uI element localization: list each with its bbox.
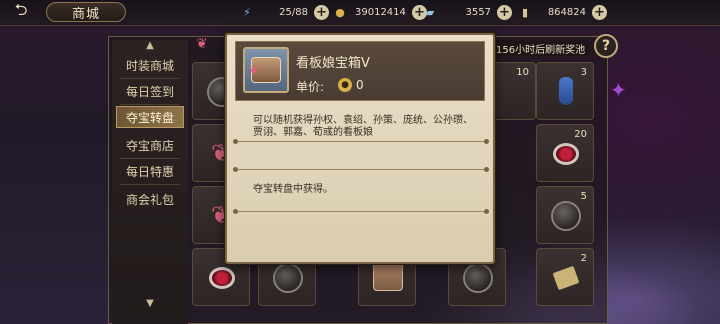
- item-source: 夺宝转盘中获得。: [253, 184, 333, 195]
- add-scroll-button[interactable]: +: [592, 4, 607, 20]
- lightning-icon: ⚡: [243, 5, 251, 19]
- refresh-timer: 156小时后刷新奖池: [492, 40, 590, 56]
- shop-item-cell[interactable]: 5: [536, 186, 594, 244]
- add-ticket-button[interactable]: +: [497, 4, 512, 20]
- stamina-resource: ⚡ 25/88 +: [240, 3, 329, 21]
- coin-value: 39012414: [355, 6, 406, 18]
- item-count: 10: [516, 67, 529, 78]
- question-icon: ?: [601, 38, 611, 54]
- coin-item-icon: [273, 263, 303, 293]
- menu-item-lucky-wheel[interactable]: 夺宝转盘: [116, 106, 184, 128]
- scroll-resource: ▮ 864824 +: [518, 3, 607, 21]
- menu-item-guild-packs[interactable]: 商会礼包: [116, 188, 184, 210]
- menu-item-fashion-shop[interactable]: 时装商城: [116, 54, 184, 76]
- item-name: 看板娘宝箱V: [296, 56, 370, 71]
- item-count: 5: [580, 191, 587, 202]
- page-title: 商城: [46, 2, 126, 22]
- menu-divider: [120, 184, 180, 185]
- menu-item-daily-deals[interactable]: 每日特惠: [116, 160, 184, 182]
- scroll-value: 864824: [547, 6, 586, 18]
- shop-item-cell[interactable]: 20: [536, 124, 594, 182]
- menu-divider: [120, 78, 180, 79]
- coin-item-icon: [551, 201, 581, 231]
- potion-icon: [559, 77, 573, 105]
- gem-ring-icon: [209, 267, 235, 289]
- ticket-icon: ▰: [425, 5, 435, 19]
- tooltip-header: ❦ 看板娘宝箱V 单价: ● 0: [235, 41, 485, 101]
- stamina-value: 25/88: [279, 6, 308, 18]
- currency-icon: ●: [338, 78, 352, 92]
- back-arrow-icon: ⮌: [14, 0, 28, 19]
- shop-item-cell[interactable]: 10: [488, 62, 536, 120]
- coin-item-icon: [463, 263, 493, 293]
- gem-ring-icon: [553, 143, 579, 165]
- bow-icon: ❦: [249, 63, 260, 77]
- item-count: 20: [574, 129, 587, 140]
- ticket-value: 3557: [465, 6, 491, 18]
- ticket-item-icon: [552, 265, 580, 291]
- item-price: 0: [356, 78, 364, 92]
- top-bar: ⮌ 商城 ⚡ 25/88 + ● 39012414 + ▰ 3557 + ▮ 8…: [0, 0, 720, 26]
- ticket-resource: ▰ 3557 +: [423, 3, 512, 21]
- tooltip-divider: [233, 209, 489, 214]
- tooltip-divider: [233, 167, 489, 172]
- menu-divider: [120, 158, 180, 159]
- coin-resource: ● 39012414 +: [333, 3, 427, 21]
- star-decoration-icon: ✦: [610, 78, 627, 102]
- back-button[interactable]: ⮌: [0, 0, 42, 24]
- menu-item-treasure-shop[interactable]: 夺宝商店: [116, 134, 184, 156]
- help-button[interactable]: ?: [594, 34, 618, 58]
- item-count: 3: [580, 67, 587, 78]
- side-menu: ▲ 时装商城 每日签到 夺宝转盘 夺宝商店 每日特惠 商会礼包 ▼: [112, 40, 188, 324]
- item-count: 2: [580, 253, 587, 264]
- rabbit-decoration-icon: ❦: [196, 36, 208, 52]
- menu-scroll-down-icon[interactable]: ▼: [112, 298, 188, 309]
- menu-divider: [120, 104, 180, 105]
- menu-scroll-up-icon[interactable]: ▲: [112, 40, 188, 51]
- shop-item-cell[interactable]: 3: [536, 62, 594, 120]
- item-description: 可以随机获得孙权、袁绍、孙策、庞统、公孙瓒、贾诩、郭嘉、荀彧的看板娘: [253, 115, 473, 138]
- item-tooltip: ❦ 看板娘宝箱V 单价: ● 0 可以随机获得孙权、袁绍、孙策、庞统、公孙瓒、贾…: [225, 33, 495, 264]
- tooltip-divider: [233, 139, 489, 144]
- shop-item-cell[interactable]: 2: [536, 248, 594, 306]
- chest-icon: ❦: [243, 47, 289, 93]
- add-stamina-button[interactable]: +: [314, 4, 329, 20]
- coin-icon: ●: [335, 5, 345, 19]
- chest-item-icon: [373, 263, 403, 291]
- price-label: 单价:: [296, 80, 325, 94]
- scroll-icon: ▮: [521, 5, 529, 19]
- menu-item-daily-checkin[interactable]: 每日签到: [116, 80, 184, 102]
